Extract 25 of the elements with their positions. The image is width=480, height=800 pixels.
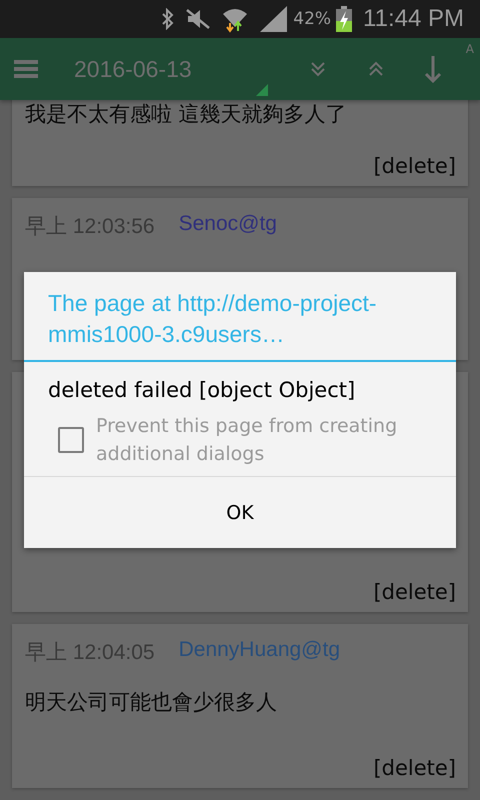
message-text: 我是不太有感啦 這幾天就夠多人了 (25, 101, 348, 128)
clock-time: 11:44 PM (363, 5, 464, 33)
username: DennyHuang@tg (178, 638, 340, 663)
delete-link[interactable]: [delete] (373, 154, 456, 178)
delete-link[interactable]: [delete] (373, 756, 456, 780)
checkbox[interactable] (58, 427, 84, 453)
battery-charging-icon (335, 5, 354, 33)
username: Senoc@tg (178, 212, 277, 237)
ok-button[interactable]: OK (24, 476, 456, 548)
double-chevron-up-icon[interactable] (368, 61, 384, 77)
auto-scroll-label: A (466, 42, 474, 56)
message-text: 明天公司可能也會少很多人 (25, 689, 278, 716)
double-chevron-down-icon[interactable] (310, 61, 326, 77)
menu-icon[interactable] (14, 59, 38, 79)
bluetooth-icon (161, 8, 176, 30)
arrow-down-icon[interactable] (424, 55, 442, 83)
signal-icon (259, 5, 290, 33)
delete-link[interactable]: [delete] (373, 580, 456, 604)
dropdown-corner-icon (256, 84, 268, 96)
dialog-title: The page at http://demo-project-mmis1000-3.c9users… (24, 272, 456, 362)
date-title[interactable]: 2016-06-13 (74, 56, 192, 82)
dialog-message: deleted failed [object Object] (47, 377, 356, 404)
mute-icon (185, 8, 212, 30)
battery-percent: 42% (293, 9, 332, 29)
checkbox-label[interactable]: Prevent this page from creating additional dialogs (96, 412, 432, 468)
